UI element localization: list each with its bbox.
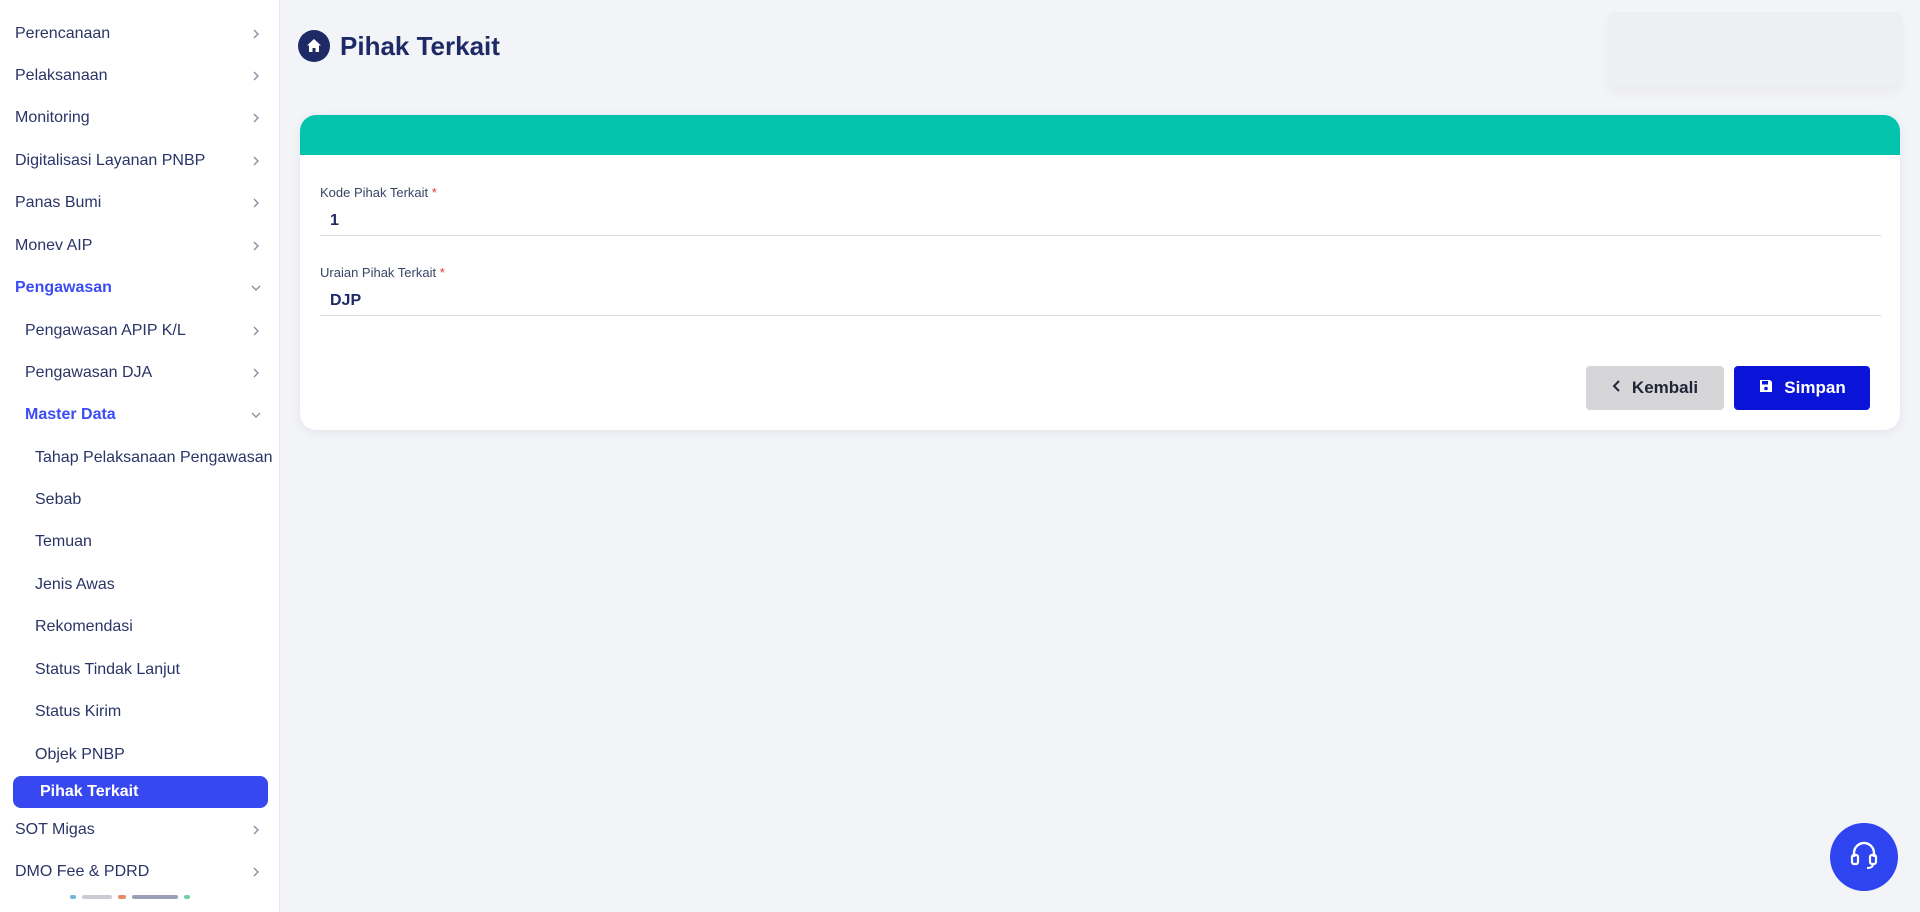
chevron-right-icon	[248, 26, 264, 42]
kode-label: Kode Pihak Terkait *	[320, 185, 1881, 200]
sidebar-item-pengawasan-apip[interactable]: Pengawasan APIP K/L	[0, 311, 272, 351]
chevron-right-icon	[248, 323, 264, 339]
sidebar-item-panas-bumi[interactable]: Panas Bumi	[0, 183, 272, 223]
chevron-left-icon	[1612, 378, 1622, 398]
chevron-right-icon	[248, 365, 264, 381]
sidebar-item-rekomendasi[interactable]: Rekomendasi	[0, 607, 272, 647]
sidebar-item-tahap-pelaksanaan[interactable]: Tahap Pelaksanaan Pengawasan	[0, 438, 273, 478]
chevron-right-icon	[248, 864, 264, 880]
uraian-field: Uraian Pihak Terkait * DJP	[320, 265, 1881, 316]
page-title: Pihak Terkait	[340, 30, 500, 61]
chevron-right-icon	[248, 195, 264, 211]
sidebar-item-master-data[interactable]: Master Data	[0, 395, 272, 435]
sidebar-item-digitalisasi[interactable]: Digitalisasi Layanan PNBP	[0, 141, 272, 181]
sidebar-item-pihak-terkait[interactable]: Pihak Terkait	[13, 776, 268, 808]
sidebar: Perencanaan Pelaksanaan Monitoring Digit…	[0, 0, 280, 912]
sidebar-item-label: Panas Bumi	[15, 194, 102, 211]
kode-label-text: Kode Pihak Terkait	[320, 185, 429, 200]
sidebar-footer-logo	[70, 890, 220, 904]
kode-input[interactable]: 1	[320, 212, 1881, 236]
back-button-label: Kembali	[1631, 378, 1699, 397]
sidebar-item-label: DMO Fee & PDRD	[15, 863, 150, 880]
sidebar-item-label: Objek PNBP	[35, 746, 125, 763]
back-button[interactable]: Kembali	[1586, 366, 1724, 410]
sidebar-item-label: Pelaksanaan	[15, 67, 108, 84]
sidebar-item-label: Rekomendasi	[35, 618, 133, 635]
sidebar-item-label: Tahap Pelaksanaan Pengawasan	[35, 449, 273, 466]
sidebar-item-sot-migas[interactable]: SOT Migas	[0, 810, 272, 850]
sidebar-item-label: Temuan	[35, 533, 92, 550]
chevron-down-icon	[248, 407, 264, 423]
chevron-right-icon	[248, 68, 264, 84]
card-header	[300, 115, 1900, 155]
sidebar-item-label: Pengawasan	[15, 279, 112, 296]
uraian-label-text: Uraian Pihak Terkait	[320, 265, 437, 280]
required-mark: *	[431, 185, 437, 200]
user-menu[interactable]	[1608, 12, 1902, 86]
sidebar-item-label: Monev AIP	[15, 237, 93, 254]
headset-icon	[1846, 837, 1882, 878]
sidebar-item-perencanaan[interactable]: Perencanaan	[0, 14, 272, 54]
sidebar-item-label: Status Tindak Lanjut	[35, 661, 180, 678]
sidebar-item-label: Digitalisasi Layanan PNBP	[15, 152, 206, 169]
sidebar-item-pengawasan-dja[interactable]: Pengawasan DJA	[0, 353, 272, 393]
sidebar-item-label: Pengawasan APIP K/L	[25, 322, 186, 339]
sidebar-item-temuan[interactable]: Temuan	[0, 522, 272, 562]
sidebar-item-pelaksanaan[interactable]: Pelaksanaan	[0, 56, 272, 96]
chevron-right-icon	[248, 153, 264, 169]
sidebar-item-dmo-fee[interactable]: DMO Fee & PDRD	[0, 852, 272, 892]
sidebar-item-label: Jenis Awas	[35, 576, 115, 593]
save-icon	[1758, 378, 1774, 399]
chevron-right-icon	[248, 822, 264, 838]
sidebar-item-label: Perencanaan	[15, 25, 111, 42]
sidebar-item-objek-pnbp[interactable]: Objek PNBP	[0, 735, 272, 775]
sidebar-item-monev-aip[interactable]: Monev AIP	[0, 226, 272, 266]
sidebar-item-label: Pihak Terkait	[40, 783, 139, 800]
sidebar-item-label: Status Kirim	[35, 703, 122, 720]
chevron-down-icon	[248, 280, 264, 296]
sidebar-item-label: SOT Migas	[15, 821, 95, 838]
chevron-right-icon	[248, 110, 264, 126]
page-header: Pihak Terkait	[298, 30, 500, 62]
sidebar-item-jenis-awas[interactable]: Jenis Awas	[0, 565, 272, 605]
sidebar-item-monitoring[interactable]: Monitoring	[0, 98, 272, 138]
sidebar-item-status-tindak-lanjut[interactable]: Status Tindak Lanjut	[0, 650, 272, 690]
home-icon[interactable]	[298, 30, 330, 62]
uraian-label: Uraian Pihak Terkait *	[320, 265, 1881, 280]
save-button-label: Simpan	[1784, 378, 1846, 397]
sidebar-item-label: Pengawasan DJA	[25, 364, 153, 381]
help-button[interactable]	[1830, 823, 1898, 891]
sidebar-item-label: Sebab	[35, 491, 82, 508]
sidebar-item-label: Master Data	[25, 406, 116, 423]
kode-field: Kode Pihak Terkait * 1	[320, 185, 1881, 236]
required-mark: *	[439, 265, 445, 280]
sidebar-item-label: Monitoring	[15, 109, 90, 126]
chevron-right-icon	[248, 238, 264, 254]
sidebar-item-pengawasan[interactable]: Pengawasan	[0, 268, 272, 308]
form-card: Kode Pihak Terkait * 1 Uraian Pihak Terk…	[300, 115, 1900, 430]
save-button[interactable]: Simpan	[1734, 366, 1870, 410]
uraian-input[interactable]: DJP	[320, 292, 1881, 316]
sidebar-item-status-kirim[interactable]: Status Kirim	[0, 692, 272, 732]
sidebar-item-sebab[interactable]: Sebab	[0, 480, 272, 520]
